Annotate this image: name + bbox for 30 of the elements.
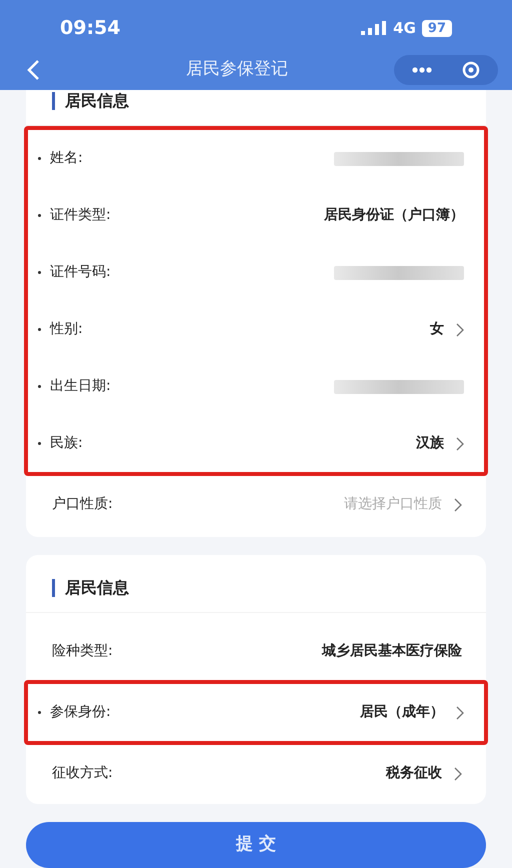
page-title: 居民参保登记 [186, 58, 288, 82]
close-icon[interactable] [462, 61, 480, 79]
field-label: 性别: [50, 320, 83, 339]
more-icon[interactable] [412, 67, 432, 73]
field-value: 城乡居民基本医疗保险 [322, 642, 462, 661]
section-marker [52, 92, 55, 110]
back-icon[interactable] [26, 59, 40, 81]
section-marker [52, 578, 55, 596]
field-label: 民族: [50, 434, 83, 453]
submit-button[interactable]: 提 交 [26, 822, 486, 868]
network-label: 4G [393, 18, 416, 39]
field-label: 征收方式: [52, 764, 113, 783]
field-label: 姓名: [50, 149, 83, 168]
select-field[interactable]: 请选择户口性质 [344, 494, 442, 515]
field-value: 税务征收 [386, 764, 442, 783]
signal-icon [361, 21, 388, 35]
field-label: 证件类型: [50, 206, 111, 225]
field-value: 居民身份证（户口簿） [324, 206, 464, 225]
status-time: 09:54 [60, 16, 120, 41]
field-label: 险种类型: [52, 642, 113, 661]
field-label: 出生日期: [50, 377, 111, 396]
field-value: 居民（成年） [360, 703, 444, 722]
battery-level: 97 [422, 20, 452, 36]
section-title: 居民信息 [65, 90, 129, 112]
field-value: 汉族 [416, 434, 444, 453]
field-label: 证件号码: [50, 263, 111, 282]
section-title: 居民信息 [65, 576, 129, 598]
field-label: 参保身份: [50, 703, 111, 722]
field-value: 女 [430, 320, 444, 339]
field-label: 户口性质: [52, 495, 113, 514]
